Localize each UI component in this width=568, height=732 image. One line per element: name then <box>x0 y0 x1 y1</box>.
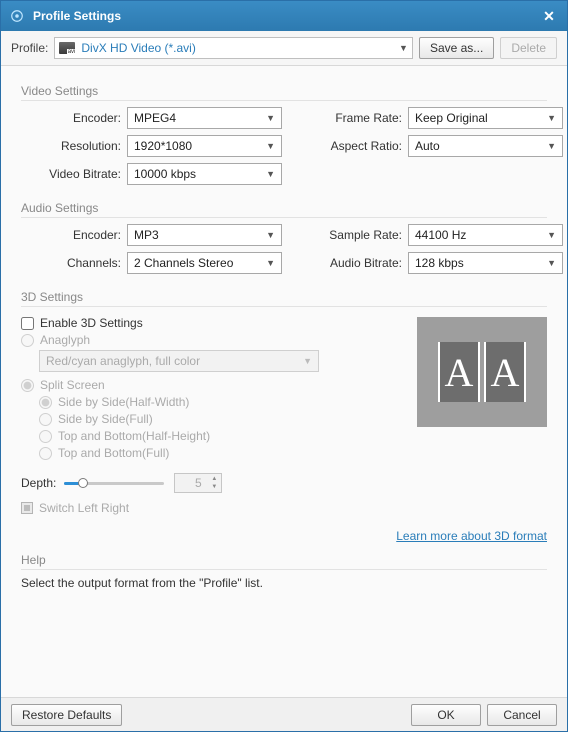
resolution-select[interactable]: 1920*1080▼ <box>127 135 282 157</box>
video-encoder-select[interactable]: MPEG4▼ <box>127 107 282 129</box>
ok-button[interactable]: OK <box>411 704 481 726</box>
chevron-down-icon: ▼ <box>547 113 556 123</box>
titlebar: Profile Settings ✕ <box>1 1 567 31</box>
learn-more-3d-link[interactable]: Learn more about 3D format <box>396 529 547 543</box>
chevron-down-icon: ▼ <box>547 230 556 240</box>
profile-format-icon <box>59 42 75 54</box>
chevron-down-icon: ▼ <box>266 169 275 179</box>
chevron-down-icon: ▼ <box>547 258 556 268</box>
anaglyph-select: Red/cyan anaglyph, full color▼ <box>39 350 319 372</box>
restore-defaults-button[interactable]: Restore Defaults <box>11 704 122 726</box>
audio-encoder-select[interactable]: MP3▼ <box>127 224 282 246</box>
chevron-down-icon: ▼ <box>266 258 275 268</box>
tab-half-height-radio <box>39 430 52 443</box>
split-screen-label: Split Screen <box>40 378 105 392</box>
footer: Restore Defaults OK Cancel <box>1 697 567 731</box>
help-text: Select the output format from the "Profi… <box>21 576 547 590</box>
help-group: Help <box>21 553 547 570</box>
chevron-down-icon: ▼ <box>266 113 275 123</box>
frame-rate-select[interactable]: Keep Original▼ <box>408 107 563 129</box>
profile-toolbar: Profile: DivX HD Video (*.avi) ▼ Save as… <box>1 31 567 66</box>
window-title: Profile Settings <box>33 9 539 23</box>
threed-preview: A A <box>417 317 547 427</box>
sample-rate-select[interactable]: 44100 Hz▼ <box>408 224 563 246</box>
anaglyph-radio <box>21 334 34 347</box>
close-icon[interactable]: ✕ <box>539 6 559 26</box>
resolution-label: Resolution: <box>21 139 121 153</box>
depth-label: Depth: <box>21 476 56 490</box>
channels-select[interactable]: 2 Channels Stereo▼ <box>127 252 282 274</box>
enable-3d-label: Enable 3D Settings <box>40 316 143 330</box>
sbs-half-width-label: Side by Side(Half-Width) <box>58 395 189 409</box>
delete-button: Delete <box>500 37 557 59</box>
content-area: Video Settings Encoder: MPEG4▼ Frame Rat… <box>1 66 567 697</box>
switch-left-right-checkbox <box>21 502 33 514</box>
spinner-up-icon: ▲ <box>208 475 220 483</box>
depth-slider[interactable] <box>64 476 164 490</box>
anaglyph-label: Anaglyph <box>40 333 90 347</box>
profile-label: Profile: <box>11 41 48 55</box>
preview-letter-left: A <box>438 342 480 402</box>
profile-settings-window: Profile Settings ✕ Profile: DivX HD Vide… <box>0 0 568 732</box>
audio-bitrate-label: Audio Bitrate: <box>302 256 402 270</box>
chevron-down-icon: ▼ <box>266 230 275 240</box>
app-icon <box>9 8 25 24</box>
save-as-button[interactable]: Save as... <box>419 37 494 59</box>
sbs-full-label: Side by Side(Full) <box>58 412 153 426</box>
depth-spinner: 5 ▲▼ <box>174 473 222 493</box>
audio-encoder-label: Encoder: <box>21 228 121 242</box>
video-bitrate-select[interactable]: 10000 kbps▼ <box>127 163 282 185</box>
channels-label: Channels: <box>21 256 121 270</box>
threed-settings-group: 3D Settings <box>21 290 547 307</box>
cancel-button[interactable]: Cancel <box>487 704 557 726</box>
enable-3d-checkbox[interactable] <box>21 317 34 330</box>
video-encoder-label: Encoder: <box>21 111 121 125</box>
tab-full-label: Top and Bottom(Full) <box>58 446 169 460</box>
profile-select[interactable]: DivX HD Video (*.avi) ▼ <box>54 37 413 59</box>
tab-full-radio <box>39 447 52 460</box>
chevron-down-icon: ▼ <box>266 141 275 151</box>
split-screen-radio <box>21 379 34 392</box>
sbs-full-radio <box>39 413 52 426</box>
aspect-ratio-label: Aspect Ratio: <box>302 139 402 153</box>
chevron-down-icon: ▼ <box>303 356 312 366</box>
sample-rate-label: Sample Rate: <box>302 228 402 242</box>
audio-settings-group: Audio Settings <box>21 201 547 218</box>
chevron-down-icon: ▼ <box>547 141 556 151</box>
switch-left-right-label: Switch Left Right <box>39 501 129 515</box>
profile-value: DivX HD Video (*.avi) <box>81 41 399 55</box>
preview-letter-right: A <box>484 342 526 402</box>
frame-rate-label: Frame Rate: <box>302 111 402 125</box>
video-bitrate-label: Video Bitrate: <box>21 167 121 181</box>
audio-bitrate-select[interactable]: 128 kbps▼ <box>408 252 563 274</box>
video-settings-group: Video Settings <box>21 84 547 101</box>
tab-half-height-label: Top and Bottom(Half-Height) <box>58 429 210 443</box>
chevron-down-icon: ▼ <box>399 43 408 53</box>
spinner-down-icon: ▼ <box>208 483 220 491</box>
sbs-half-width-radio <box>39 396 52 409</box>
aspect-ratio-select[interactable]: Auto▼ <box>408 135 563 157</box>
